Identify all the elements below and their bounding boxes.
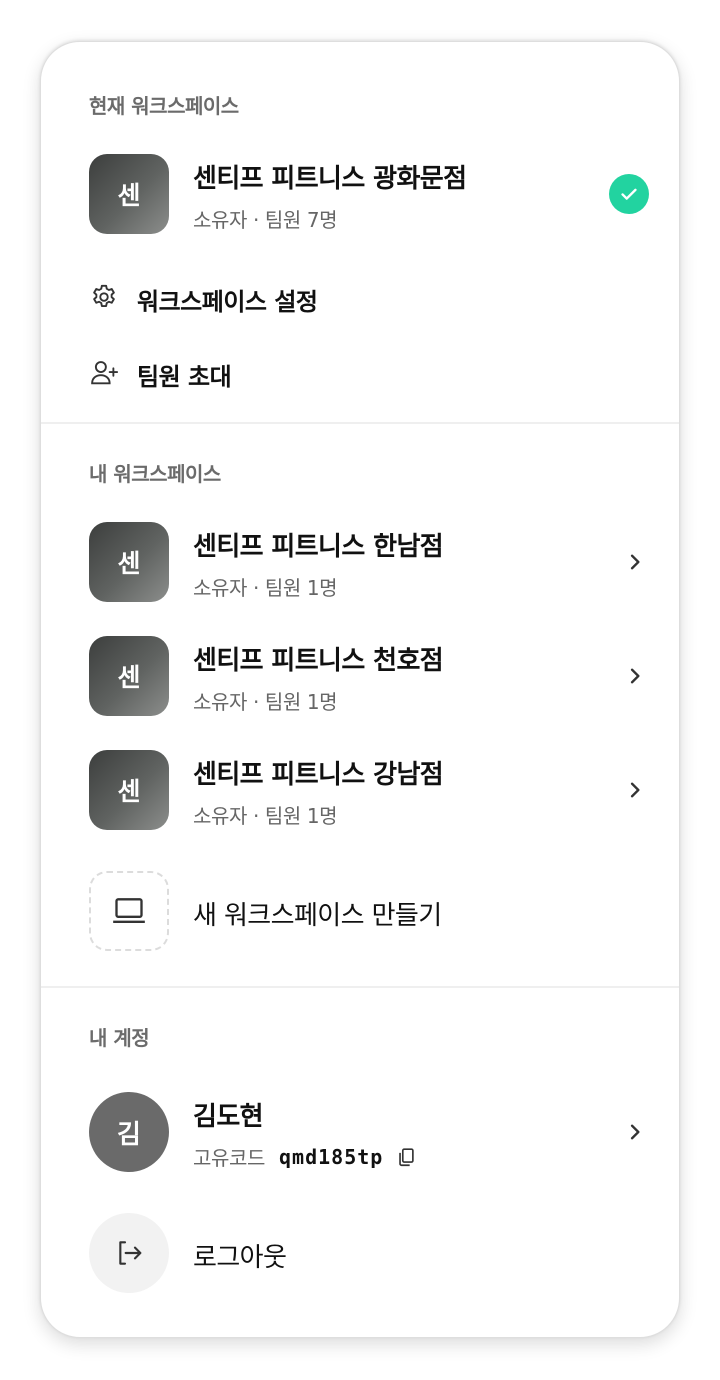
- workspace-avatar: 센: [89, 750, 169, 830]
- logout-button[interactable]: 로그아웃: [89, 1213, 649, 1293]
- workspace-avatar: 센: [89, 154, 169, 234]
- workspace-name: 센티프 피트니스 천호점: [193, 646, 444, 676]
- workspace-avatar: 센: [89, 522, 169, 602]
- chevron-right-icon: [621, 1118, 649, 1146]
- user-code-value: qmd185tp: [279, 1144, 384, 1169]
- chevron-right-icon: [621, 776, 649, 804]
- user-plus-icon: [89, 357, 119, 387]
- laptop-icon: [89, 871, 169, 951]
- workspace-item[interactable]: 센 센티프 피트니스 한남점 소유자 · 팀원 1명: [89, 522, 649, 602]
- invite-member-button[interactable]: 팀원 초대: [89, 352, 489, 392]
- copy-icon[interactable]: [395, 1146, 417, 1168]
- workspace-settings-button[interactable]: 워크스페이스 설정: [89, 277, 489, 317]
- workspace-name: 센티프 피트니스 광화문점: [193, 164, 467, 194]
- workspace-item[interactable]: 센 센티프 피트니스 천호점 소유자 · 팀원 1명: [89, 636, 649, 716]
- gear-icon: [89, 282, 119, 312]
- current-workspace-row[interactable]: 센 센티프 피트니스 광화문점 소유자 · 팀원 7명: [89, 154, 649, 234]
- workspace-meta: 소유자 · 팀원 7명: [193, 208, 338, 232]
- create-workspace-label: 새 워크스페이스 만들기: [193, 901, 442, 931]
- account-row[interactable]: 김 김도현 고유코드 qmd185tp: [89, 1092, 649, 1172]
- workspace-meta: 소유자 · 팀원 1명: [193, 804, 338, 828]
- avatar: 김: [89, 1092, 169, 1172]
- user-name: 김도현: [193, 1102, 264, 1132]
- check-icon: [609, 174, 649, 214]
- create-workspace-button[interactable]: 새 워크스페이스 만들기: [89, 871, 649, 951]
- user-code-label: 고유코드: [193, 1146, 265, 1170]
- workspace-name: 센티프 피트니스 강남점: [193, 760, 444, 790]
- chevron-right-icon: [621, 662, 649, 690]
- section-divider: [41, 422, 679, 424]
- my-workspaces-heading: 내 워크스페이스: [89, 462, 221, 486]
- logout-icon: [89, 1213, 169, 1293]
- workspace-meta: 소유자 · 팀원 1명: [193, 576, 338, 600]
- chevron-right-icon: [621, 548, 649, 576]
- logout-label: 로그아웃: [193, 1243, 287, 1273]
- workspace-name: 센티프 피트니스 한남점: [193, 532, 444, 562]
- workspace-switcher-panel: 현재 워크스페이스 센 센티프 피트니스 광화문점 소유자 · 팀원 7명 워크…: [40, 41, 680, 1338]
- current-workspace-heading: 현재 워크스페이스: [89, 94, 239, 118]
- workspace-meta: 소유자 · 팀원 1명: [193, 690, 338, 714]
- user-code: 고유코드 qmd185tp: [193, 1142, 417, 1171]
- workspace-item[interactable]: 센 센티프 피트니스 강남점 소유자 · 팀원 1명: [89, 750, 649, 830]
- section-divider: [41, 986, 679, 988]
- workspace-avatar: 센: [89, 636, 169, 716]
- my-account-heading: 내 계정: [89, 1026, 150, 1050]
- workspace-settings-label: 워크스페이스 설정: [137, 288, 318, 316]
- invite-member-label: 팀원 초대: [137, 363, 232, 391]
